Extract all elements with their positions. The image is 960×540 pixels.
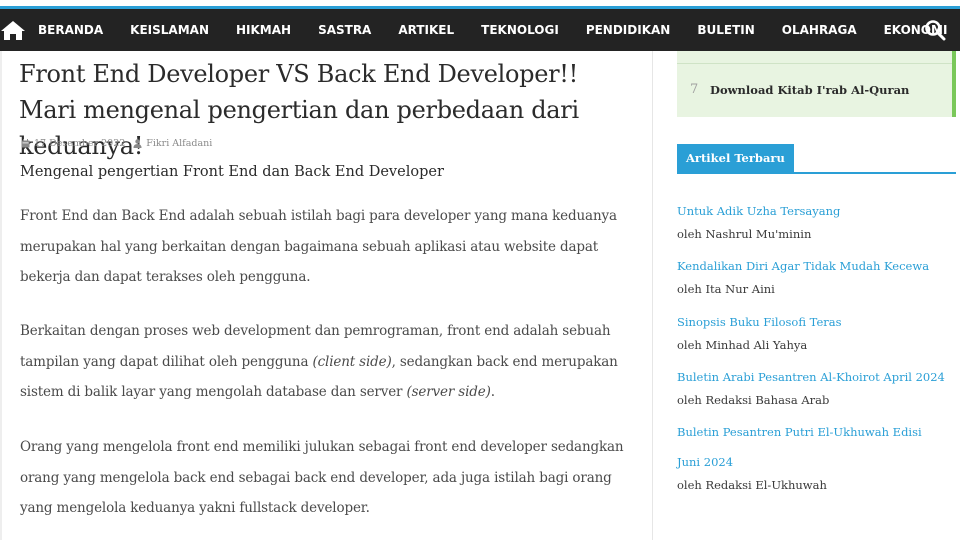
top-strip <box>0 0 960 9</box>
nav-item-teknologi[interactable]: TEKNOLOGI <box>468 9 573 51</box>
recent-article-author: oleh Redaksi El-Ukhuwah <box>677 478 827 492</box>
recent-article-author: oleh Redaksi Bahasa Arab <box>677 393 830 407</box>
server-side-term: (server side) <box>406 384 491 400</box>
recent-article-link[interactable]: Untuk Adik Uzha Tersayang <box>677 196 947 226</box>
calendar-icon <box>21 139 30 148</box>
recent-article-item: Buletin Pesantren Putri El-Ukhuwah Edisi… <box>677 417 947 492</box>
recent-article-item: Untuk Adik Uzha Tersayang oleh Nashrul M… <box>677 196 947 241</box>
popular-item-link[interactable]: Download Kitab I'rab Al-Quran <box>710 83 909 97</box>
recent-articles-header: Artikel Terbaru <box>677 144 956 174</box>
recent-articles-heading: Artikel Terbaru <box>677 144 794 172</box>
popular-item-number: 7 <box>690 82 699 97</box>
paragraph-2-text-c: . <box>490 384 495 400</box>
nav-item-buletin[interactable]: BULETIN <box>684 9 768 51</box>
article-date-text: 17 Desember 2022 <box>34 138 126 149</box>
nav-menu: BERANDA KEISLAMAN HIKMAH SASTRA ARTIKEL … <box>26 9 960 51</box>
article-paragraph-3: Orang yang mengelola front end memiliki … <box>20 439 624 516</box>
user-icon <box>133 139 142 148</box>
nav-item-keislaman[interactable]: KEISLAMAN <box>117 9 223 51</box>
recent-article-item: Buletin Arabi Pesantren Al-Khoirot April… <box>677 362 947 407</box>
article-date[interactable]: 17 Desember 2022 <box>21 138 125 149</box>
recent-article-author: oleh Ita Nur Aini <box>677 282 775 296</box>
article-paragraph-1: Front End dan Back End adalah sebuah ist… <box>20 208 617 285</box>
main-navigation: BERANDA KEISLAMAN HIKMAH SASTRA ARTIKEL … <box>0 9 960 51</box>
nav-item-olahraga[interactable]: OLAHRAGA <box>768 9 870 51</box>
article-author-text: Fikri Alfadani <box>146 138 213 149</box>
recent-article-link[interactable]: Buletin Pesantren Putri El-Ukhuwah Edisi… <box>677 417 939 477</box>
nav-item-pendidikan[interactable]: PENDIDIKAN <box>572 9 684 51</box>
client-side-term: (client side) <box>312 353 392 370</box>
article-subtitle: Mengenal pengertian Front End dan Back E… <box>20 164 444 180</box>
recent-article-item: Sinopsis Buku Filosofi Teras oleh Minhad… <box>677 307 947 352</box>
content-sidebar-divider <box>652 51 653 540</box>
article-meta: 17 Desember 2022 Fikri Alfadani <box>21 138 220 149</box>
nav-item-sastra[interactable]: SASTRA <box>305 9 385 51</box>
content-left-border <box>0 51 2 540</box>
popular-divider <box>677 63 952 64</box>
recent-article-link[interactable]: Buletin Arabi Pesantren Al-Khoirot April… <box>677 362 947 392</box>
nav-item-ekonomi[interactable]: EKONOMI <box>870 9 960 51</box>
home-icon[interactable] <box>0 9 26 51</box>
article-paragraph-2: Berkaitan dengan proses web development … <box>20 316 640 408</box>
recent-article-author: oleh Minhad Ali Yahya <box>677 338 808 352</box>
recent-article-link[interactable]: Kendalikan Diri Agar Tidak Mudah Kecewa <box>677 251 947 281</box>
nav-item-beranda[interactable]: BERANDA <box>26 9 117 51</box>
search-icon[interactable] <box>924 19 946 41</box>
nav-item-artikel[interactable]: ARTIKEL <box>385 9 468 51</box>
nav-item-hikmah[interactable]: HIKMAH <box>222 9 304 51</box>
article-author[interactable]: Fikri Alfadani <box>133 138 212 149</box>
popular-posts-widget: 7 Download Kitab I'rab Al-Quran <box>677 51 956 117</box>
recent-article-link[interactable]: Sinopsis Buku Filosofi Teras <box>677 307 947 337</box>
recent-article-author: oleh Nashrul Mu'minin <box>677 227 812 241</box>
recent-article-item: Kendalikan Diri Agar Tidak Mudah Kecewa … <box>677 251 947 296</box>
